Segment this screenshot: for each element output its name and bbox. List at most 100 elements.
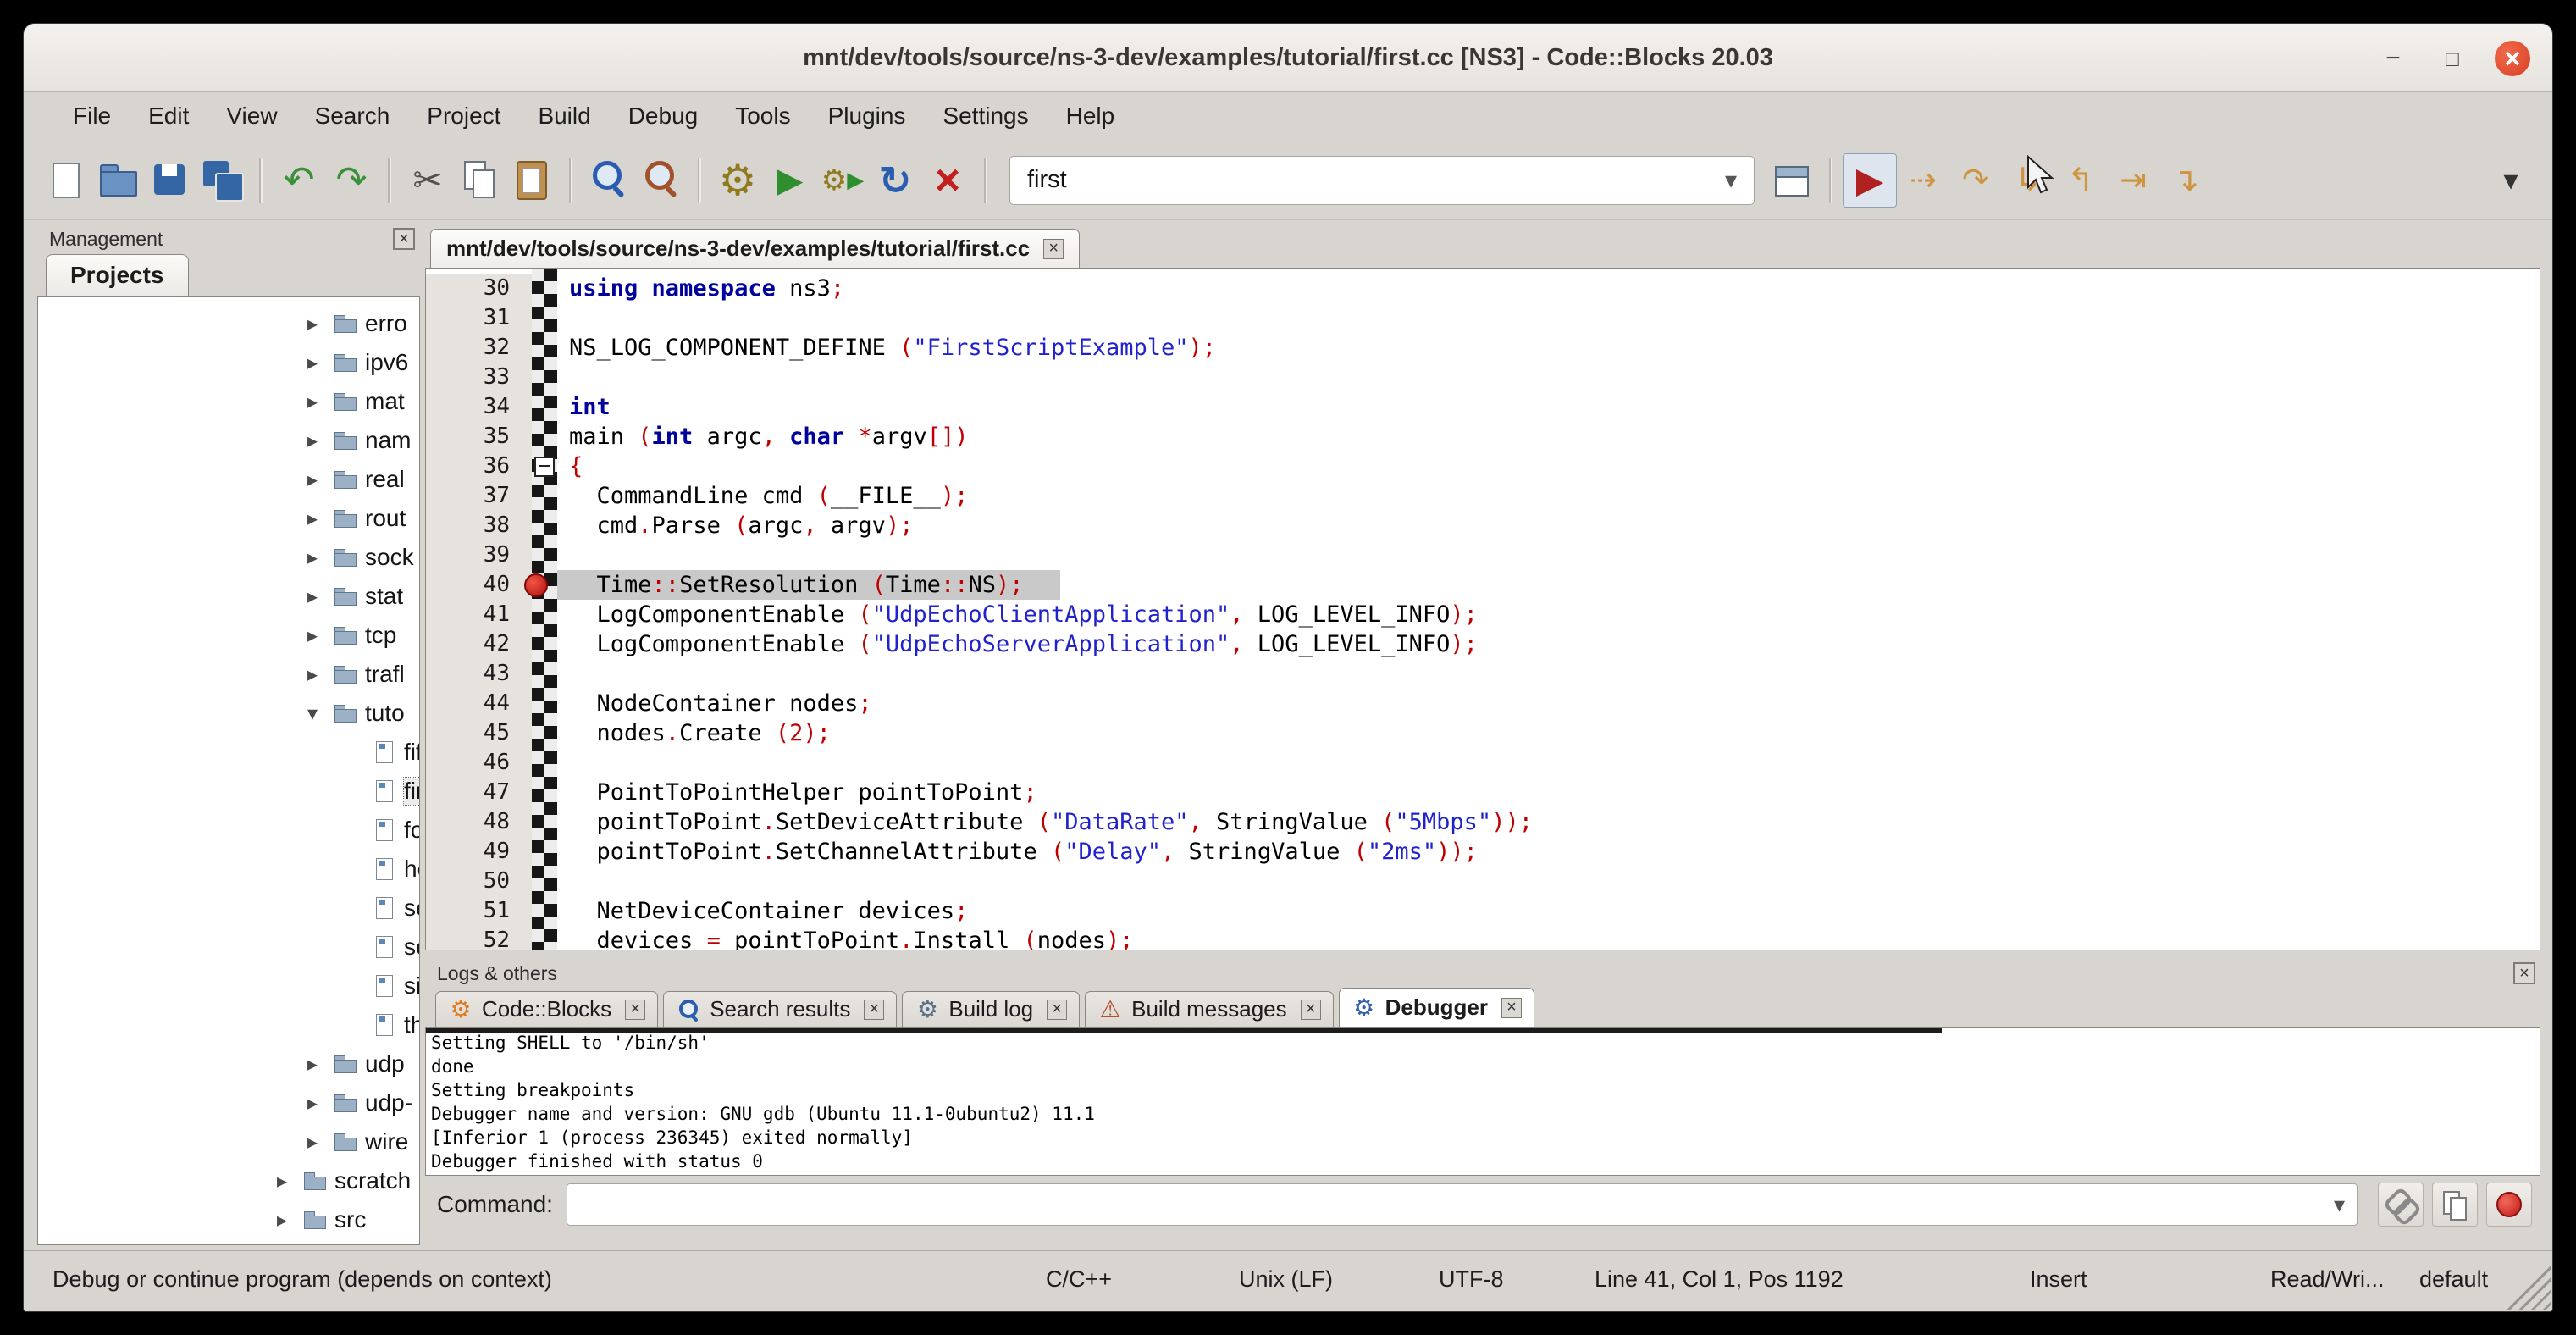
tree-item-sock[interactable]: ▸sock xyxy=(38,538,419,577)
save-file-button[interactable] xyxy=(144,154,196,207)
abort-build-button[interactable] xyxy=(921,154,974,207)
code-line-47[interactable]: 47 PointToPointHelper pointToPoint; xyxy=(426,778,2540,807)
close-icon[interactable]: × xyxy=(1047,1000,1067,1020)
code-line-46[interactable]: 46 xyxy=(426,748,2540,778)
tree-item-rout[interactable]: ▸rout xyxy=(38,499,419,538)
next-line-button[interactable] xyxy=(1949,154,2002,207)
chevron-right-icon[interactable]: ▸ xyxy=(307,507,334,531)
close-icon[interactable]: × xyxy=(625,1000,645,1020)
close-button[interactable] xyxy=(2495,41,2530,76)
tree-item-fir[interactable]: fir xyxy=(38,772,419,811)
editor-tab-first-cc[interactable]: mnt/dev/tools/source/ns-3-dev/examples/t… xyxy=(430,229,1080,268)
close-icon[interactable]: × xyxy=(864,1000,884,1020)
code-line-43[interactable]: 43 xyxy=(426,659,2540,689)
chevron-down-icon[interactable] xyxy=(1725,166,1737,194)
code-line-38[interactable]: 38 cmd.Parse (argc, argv); xyxy=(426,511,2540,540)
command-input[interactable] xyxy=(567,1183,2358,1226)
chevron-right-icon[interactable]: ▸ xyxy=(307,1052,334,1077)
find-in-files-button[interactable] xyxy=(635,154,688,207)
resize-grip-icon[interactable] xyxy=(2507,1266,2551,1310)
run-button[interactable] xyxy=(764,154,816,207)
close-icon[interactable]: × xyxy=(1501,998,1522,1018)
close-icon[interactable]: × xyxy=(2513,962,2535,984)
attach-button[interactable] xyxy=(2378,1183,2424,1227)
copy-button[interactable] xyxy=(454,154,506,207)
tree-item-trafl[interactable]: ▸trafl xyxy=(38,655,419,694)
code-line-39[interactable]: 39 xyxy=(426,540,2540,570)
tree-item-fif[interactable]: fif xyxy=(38,733,419,772)
redo-button[interactable] xyxy=(325,154,378,207)
tree-item-wire[interactable]: ▸wire xyxy=(38,1122,419,1161)
close-icon[interactable]: × xyxy=(1301,1000,1321,1020)
find-button[interactable] xyxy=(583,154,635,207)
tab-projects[interactable]: Projects xyxy=(46,254,189,296)
chevron-right-icon[interactable]: ▸ xyxy=(307,1091,334,1116)
chevron-right-icon[interactable]: ▸ xyxy=(307,584,334,609)
tree-item-stat[interactable]: ▸stat xyxy=(38,577,419,616)
minimize-button[interactable] xyxy=(2376,42,2410,75)
tree-item-se[interactable]: se xyxy=(38,928,419,967)
tree-item-tuto[interactable]: ▾tuto xyxy=(38,694,419,733)
code-line-36[interactable]: 36{ xyxy=(426,451,2540,481)
code-line-44[interactable]: 44 NodeContainer nodes; xyxy=(426,689,2540,718)
step-into-instruction-button[interactable] xyxy=(2159,154,2212,207)
tree-item-mat[interactable]: ▸mat xyxy=(38,382,419,421)
menu-item-settings[interactable]: Settings xyxy=(924,96,1047,136)
code-line-41[interactable]: 41 LogComponentEnable ("UdpEchoClientApp… xyxy=(426,600,2540,629)
build-button[interactable] xyxy=(711,154,764,207)
chevron-right-icon[interactable]: ▸ xyxy=(307,312,334,336)
menu-item-tools[interactable]: Tools xyxy=(716,96,809,136)
tree-item-udp[interactable]: ▸udp xyxy=(38,1044,419,1083)
rebuild-button[interactable] xyxy=(869,154,921,207)
new-file-button[interactable] xyxy=(39,154,91,207)
code-editor[interactable]: 30using namespace ns3;3132NS_LOG_COMPONE… xyxy=(425,268,2540,950)
build-target-options-button[interactable] xyxy=(1766,154,1819,207)
code-line-34[interactable]: 34int xyxy=(426,392,2540,422)
menu-item-view[interactable]: View xyxy=(207,96,296,136)
menu-item-project[interactable]: Project xyxy=(408,96,519,136)
log-tab-build-log[interactable]: Build log× xyxy=(902,991,1080,1027)
chevron-right-icon[interactable]: ▸ xyxy=(307,623,334,648)
code-line-51[interactable]: 51 NetDeviceContainer devices; xyxy=(426,896,2540,926)
copy-log-button[interactable] xyxy=(2432,1183,2478,1227)
code-line-42[interactable]: 42 LogComponentEnable ("UdpEchoServerApp… xyxy=(426,629,2540,659)
run-to-cursor-button[interactable] xyxy=(1897,154,1949,207)
debug-continue-button[interactable] xyxy=(1843,153,1897,208)
chevron-right-icon[interactable]: ▸ xyxy=(277,1208,304,1233)
chevron-down-icon[interactable]: ▾ xyxy=(307,701,334,726)
menu-item-plugins[interactable]: Plugins xyxy=(810,96,925,136)
chevron-right-icon[interactable]: ▸ xyxy=(307,351,334,375)
tree-item-se[interactable]: se xyxy=(38,889,419,928)
build-target-select[interactable]: first xyxy=(1009,156,1755,205)
chevron-right-icon[interactable]: ▸ xyxy=(307,1130,334,1155)
close-icon[interactable]: × xyxy=(393,228,415,250)
menu-item-edit[interactable]: Edit xyxy=(130,96,207,136)
code-line-33[interactable]: 33 xyxy=(426,363,2540,392)
chevron-right-icon[interactable]: ▸ xyxy=(307,468,334,492)
code-line-31[interactable]: 31 xyxy=(426,303,2540,333)
tree-item-real[interactable]: ▸real xyxy=(38,460,419,499)
log-tab-code-blocks[interactable]: Code::Blocks× xyxy=(435,991,658,1027)
chevron-right-icon[interactable]: ▸ xyxy=(307,390,334,414)
tree-item-udp-[interactable]: ▸udp- xyxy=(38,1083,419,1122)
tree-item-src[interactable]: ▸src xyxy=(38,1200,419,1239)
chevron-right-icon[interactable]: ▸ xyxy=(307,546,334,570)
menu-item-build[interactable]: Build xyxy=(519,96,609,136)
open-file-button[interactable] xyxy=(91,154,144,207)
undo-button[interactable] xyxy=(273,154,325,207)
close-icon[interactable]: × xyxy=(1043,239,1064,259)
stop-debugger-button[interactable] xyxy=(2486,1183,2532,1227)
save-all-button[interactable] xyxy=(196,154,249,207)
tree-item-scratch[interactable]: ▸scratch xyxy=(38,1161,419,1200)
maximize-button[interactable] xyxy=(2435,42,2469,75)
chevron-right-icon[interactable]: ▸ xyxy=(277,1169,304,1194)
code-line-40[interactable]: 40 Time::SetResolution (Time::NS); xyxy=(426,570,2540,600)
title-bar[interactable]: mnt/dev/tools/source/ns-3-dev/examples/t… xyxy=(24,24,2552,92)
toolbar-overflow-button[interactable] xyxy=(2485,154,2537,207)
menu-item-file[interactable]: File xyxy=(54,96,130,136)
tree-item-nam[interactable]: ▸nam xyxy=(38,421,419,460)
code-line-45[interactable]: 45 nodes.Create (2); xyxy=(426,718,2540,748)
tree-item-tcp[interactable]: ▸tcp xyxy=(38,616,419,655)
log-tab-debugger[interactable]: Debugger× xyxy=(1339,988,1534,1027)
log-tab-search-results[interactable]: Search results× xyxy=(663,991,897,1027)
